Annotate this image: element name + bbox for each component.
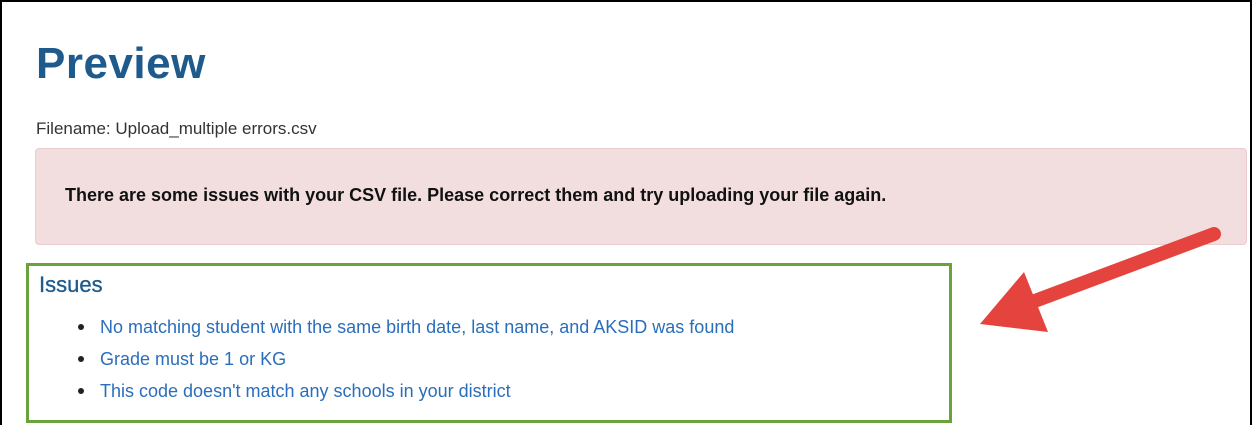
issues-section: Issues No matching student with the same… (26, 263, 952, 423)
alert-message: There are some issues with your CSV file… (65, 185, 887, 205)
bullet-icon (78, 356, 84, 362)
issue-link[interactable]: No matching student with the same birth … (100, 317, 734, 337)
page-title: Preview (36, 39, 206, 88)
issues-list: No matching student with the same birth … (75, 311, 734, 407)
screenshot-frame: Preview Filename: Upload_multiple errors… (0, 0, 1252, 425)
bullet-icon (78, 324, 84, 330)
list-item: Grade must be 1 or KG (75, 343, 734, 375)
list-item: This code doesn't match any schools in y… (75, 375, 734, 407)
filename-label: Filename: Upload_multiple errors.csv (36, 119, 317, 138)
arrow-left-icon (980, 227, 1221, 332)
issues-heading: Issues (39, 272, 103, 297)
list-item: No matching student with the same birth … (75, 311, 734, 343)
issue-link[interactable]: Grade must be 1 or KG (100, 349, 286, 369)
bullet-icon (78, 388, 84, 394)
issue-link[interactable]: This code doesn't match any schools in y… (100, 381, 511, 401)
